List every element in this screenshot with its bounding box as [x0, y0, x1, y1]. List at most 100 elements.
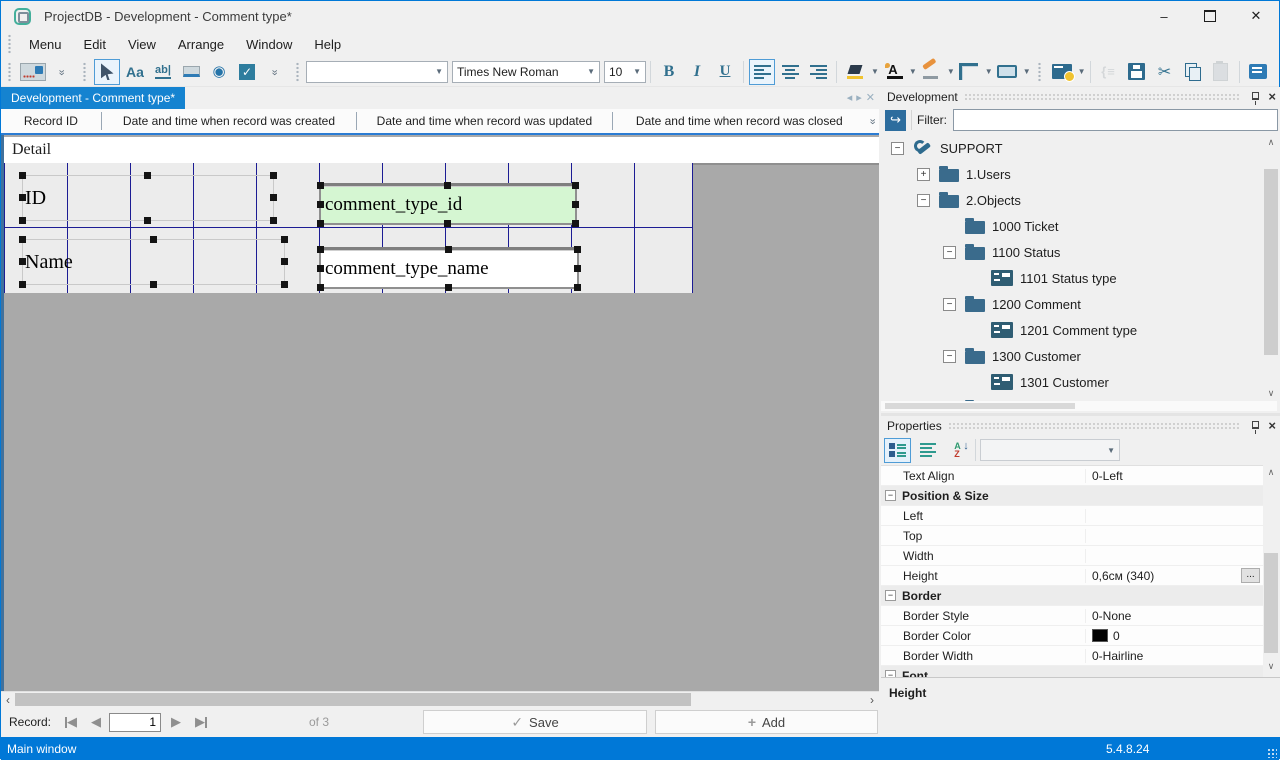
tree-vertical-scrollbar[interactable]: ∧ ∨ — [1263, 135, 1279, 401]
categorized-view-button[interactable] — [884, 437, 911, 463]
font-name-combobox[interactable]: Times New Roman ▼ — [452, 60, 600, 83]
toolbar-overflow-2[interactable]: » — [262, 59, 288, 85]
first-record-button[interactable]: ◀ — [65, 714, 77, 730]
selection-handle-tl[interactable] — [317, 246, 324, 253]
collapse-icon[interactable]: − — [943, 297, 956, 311]
pin-icon[interactable] — [1252, 92, 1259, 105]
fill-color-button[interactable] — [842, 59, 868, 85]
collapse-icon[interactable]: − — [885, 590, 896, 601]
underline-button[interactable]: U — [712, 59, 738, 85]
form-settings-dropdown[interactable]: ▼ — [1078, 67, 1086, 76]
menu-grip[interactable] — [7, 34, 12, 54]
menu-item-window[interactable]: Window — [235, 33, 303, 56]
frame-dropdown[interactable]: ▼ — [1023, 67, 1031, 76]
align-left-button[interactable] — [749, 58, 775, 85]
selection-handle-tm[interactable] — [444, 182, 451, 189]
save-record-button[interactable]: ✓ Save — [423, 710, 647, 734]
selection-handle-mr[interactable] — [281, 258, 288, 265]
selection-handle-tm[interactable] — [445, 246, 452, 253]
cut-button[interactable]: ✂ — [1152, 59, 1178, 85]
checkbox-tool-button[interactable]: ✓ — [234, 59, 260, 85]
scrollbar-thumb[interactable] — [1264, 169, 1278, 355]
save-toolbar-button[interactable] — [1124, 59, 1150, 85]
selection-handle-bl[interactable] — [19, 281, 26, 288]
minimize-button[interactable]: – — [1141, 1, 1187, 31]
tree-item-1000-ticket[interactable]: 1000 Ticket — [881, 213, 1261, 239]
close-button[interactable]: ✕ — [1233, 1, 1279, 31]
selection-handle-br[interactable] — [574, 284, 581, 291]
field-column-2[interactable]: Date and time when record was updated — [357, 109, 611, 133]
selection-handle-bm[interactable] — [144, 217, 151, 224]
selection-handle-bm[interactable] — [149, 281, 157, 288]
add-record-button[interactable]: + Add — [655, 710, 878, 734]
field-bar-overflow[interactable]: » — [866, 109, 879, 133]
textbox-tool-button[interactable]: ab| — [150, 59, 176, 85]
property-category-border[interactable]: − Border — [881, 586, 1263, 606]
selection-handle-tr[interactable] — [270, 172, 277, 179]
selection-handle-tl[interactable] — [19, 236, 26, 243]
scroll-up-icon[interactable]: ∧ — [1263, 135, 1279, 150]
property-row-top[interactable]: Top — [881, 526, 1263, 546]
property-row-border-width[interactable]: Border Width 0-Hairline — [881, 646, 1263, 666]
collapse-icon[interactable]: − — [885, 490, 896, 501]
field-column-1[interactable]: Date and time when record was created — [102, 109, 356, 133]
last-record-button[interactable]: ▶ — [195, 714, 208, 730]
border-style-dropdown[interactable]: ▼ — [985, 67, 993, 76]
property-row-width[interactable]: Width — [881, 546, 1263, 566]
toolbar-grip-4[interactable] — [1036, 61, 1042, 82]
next-record-button[interactable]: ▶ — [171, 714, 181, 730]
selection-handle-bm[interactable] — [444, 220, 451, 227]
selection-handle-tr[interactable] — [572, 182, 579, 189]
scroll-right-icon[interactable]: › — [865, 692, 879, 707]
detail-band-header[interactable]: Detail — [4, 137, 879, 165]
selection-handle-br[interactable] — [572, 220, 579, 227]
property-value[interactable]: 0-None — [1086, 609, 1263, 623]
panel-close-icon[interactable]: × — [1268, 89, 1276, 104]
list-view-button[interactable] — [914, 438, 941, 463]
menu-item-help[interactable]: Help — [303, 33, 352, 56]
notes-button[interactable] — [1245, 59, 1271, 85]
tab-development-comment-type[interactable]: Development - Comment type* — [1, 87, 186, 109]
selection-handle-mr[interactable] — [574, 264, 581, 272]
tree-item-1-users[interactable]: +1.Users — [881, 161, 1261, 187]
property-category-position-size[interactable]: − Position & Size — [881, 486, 1263, 506]
toolbar-grip-2[interactable] — [82, 61, 87, 82]
designer-label-name[interactable]: Name — [19, 236, 288, 288]
resize-grip[interactable] — [1267, 748, 1277, 758]
selection-handle-br[interactable] — [270, 217, 277, 224]
toolbar-overflow-1[interactable]: » — [49, 59, 75, 85]
locate-object-button[interactable]: ↪ — [885, 109, 906, 131]
selection-handle-tm[interactable] — [149, 236, 157, 243]
designer-label-id[interactable]: ID — [19, 172, 277, 224]
form-settings-button[interactable] — [1049, 59, 1075, 85]
menu-item-view[interactable]: View — [117, 33, 167, 56]
field-column-3[interactable]: Date and time when record was closed — [613, 109, 866, 133]
tree-item-1201-comment-type[interactable]: 1201 Comment type — [881, 317, 1261, 343]
border-style-button[interactable] — [956, 59, 982, 85]
tree-item-support[interactable]: − SUPPORT — [881, 135, 1261, 161]
scroll-left-icon[interactable]: ‹ — [1, 692, 15, 707]
select-tool-button[interactable] — [94, 58, 120, 85]
pin-icon[interactable] — [1252, 421, 1259, 434]
expand-icon[interactable]: + — [917, 167, 930, 181]
scroll-down-icon[interactable]: ∨ — [1263, 659, 1279, 674]
tab-scroll-right-icon[interactable]: ▸ — [856, 92, 866, 104]
selection-handle-tm[interactable] — [144, 172, 151, 179]
alphabetical-sort-button[interactable]: A Z ↓ — [944, 438, 971, 463]
scroll-up-icon[interactable]: ∧ — [1263, 465, 1279, 480]
copy-button[interactable] — [1180, 59, 1206, 85]
highlight-dropdown[interactable]: ▼ — [947, 67, 955, 76]
tree-horizontal-scrollbar[interactable] — [881, 401, 1277, 411]
detail-band-surface[interactable]: ID comment_type_id Name comment_type_nam… — [4, 163, 693, 293]
radio-tool-button[interactable]: ◉ — [206, 59, 232, 85]
selection-handle-br[interactable] — [281, 281, 288, 288]
label-tool-button[interactable]: Aa — [122, 59, 148, 85]
font-size-combobox[interactable]: 10 ▼ — [604, 60, 646, 83]
collapse-icon[interactable]: − — [943, 349, 956, 363]
scrollbar-thumb[interactable] — [15, 693, 691, 706]
collapse-icon[interactable]: − — [917, 193, 930, 207]
align-right-button[interactable] — [805, 59, 831, 85]
highlight-button[interactable] — [918, 59, 944, 85]
selection-handle-bl[interactable] — [317, 284, 324, 291]
selection-handle-tr[interactable] — [574, 246, 581, 253]
